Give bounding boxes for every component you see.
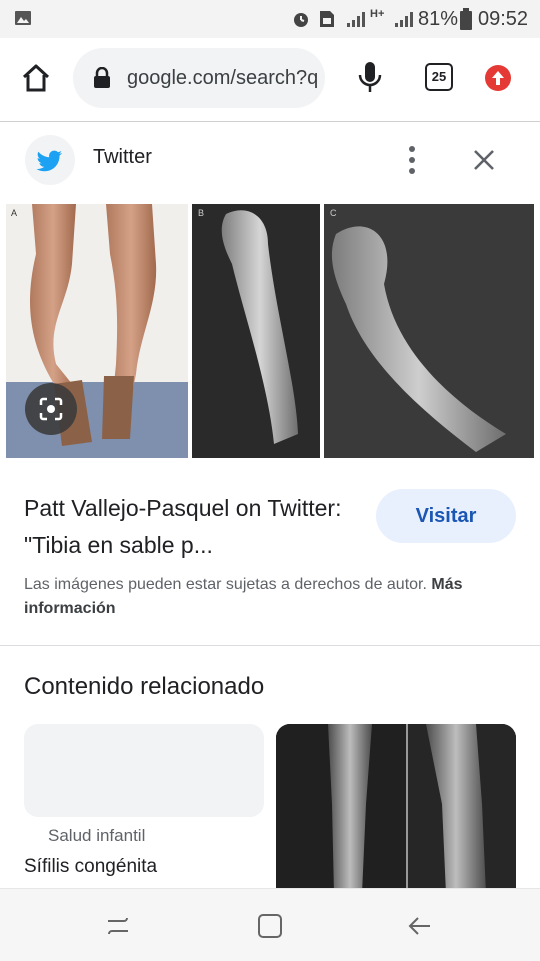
tabs-icon[interactable]: 25 xyxy=(425,63,453,91)
home-icon[interactable] xyxy=(20,62,52,94)
address-bar[interactable]: google.com/search?q xyxy=(73,48,325,108)
url-text: google.com/search?q xyxy=(127,67,317,89)
home-button-icon[interactable] xyxy=(256,912,284,940)
preview-image: A B C xyxy=(6,204,534,458)
signal-icon xyxy=(347,12,365,27)
browser-toolbar: google.com/search?q 25 xyxy=(0,38,540,122)
more-vert-icon[interactable] xyxy=(404,144,420,176)
network-type: H+ xyxy=(370,8,385,20)
alarm-icon xyxy=(294,13,308,27)
related-card-title[interactable]: Sífilis congénita xyxy=(24,856,157,878)
source-header: Twitter xyxy=(0,122,540,202)
related-xray-image[interactable] xyxy=(276,724,516,894)
clock: 09:52 xyxy=(478,8,529,30)
result-title[interactable]: Patt Vallejo-Pasquel on Twitter: "Tibia … xyxy=(24,490,354,564)
related-card-image[interactable] xyxy=(24,724,264,817)
signal-icon xyxy=(395,12,413,27)
system-nav-bar xyxy=(0,888,540,961)
battery-icon xyxy=(460,8,472,30)
related-card-category: Salud infantil xyxy=(48,826,146,845)
update-icon[interactable] xyxy=(484,64,512,92)
lock-icon xyxy=(94,67,110,88)
sim-icon xyxy=(320,11,334,27)
visit-button[interactable]: Visitar xyxy=(376,489,516,543)
gallery-icon xyxy=(15,11,31,25)
close-icon[interactable] xyxy=(472,148,496,172)
status-bar: H+ 81% 09:52 xyxy=(0,0,540,38)
panel-label-b: B xyxy=(198,208,204,218)
image-preview[interactable]: A B C xyxy=(6,204,534,458)
battery-percent: 81% xyxy=(418,8,459,30)
panel-label-a: A xyxy=(11,208,17,218)
recents-icon[interactable] xyxy=(104,913,132,939)
source-name: Twitter xyxy=(93,146,152,168)
xray-image xyxy=(276,724,516,894)
twitter-logo xyxy=(25,135,75,185)
back-icon[interactable] xyxy=(406,913,434,939)
copyright-text: Las imágenes pueden estar sujetas a dere… xyxy=(24,576,427,593)
copyright-notice: Las imágenes pueden estar sujetas a dere… xyxy=(24,573,524,621)
lens-icon[interactable] xyxy=(24,382,78,436)
related-heading: Contenido relacionado xyxy=(24,673,265,700)
panel-label-c: C xyxy=(330,208,337,218)
mic-icon[interactable] xyxy=(356,60,384,96)
